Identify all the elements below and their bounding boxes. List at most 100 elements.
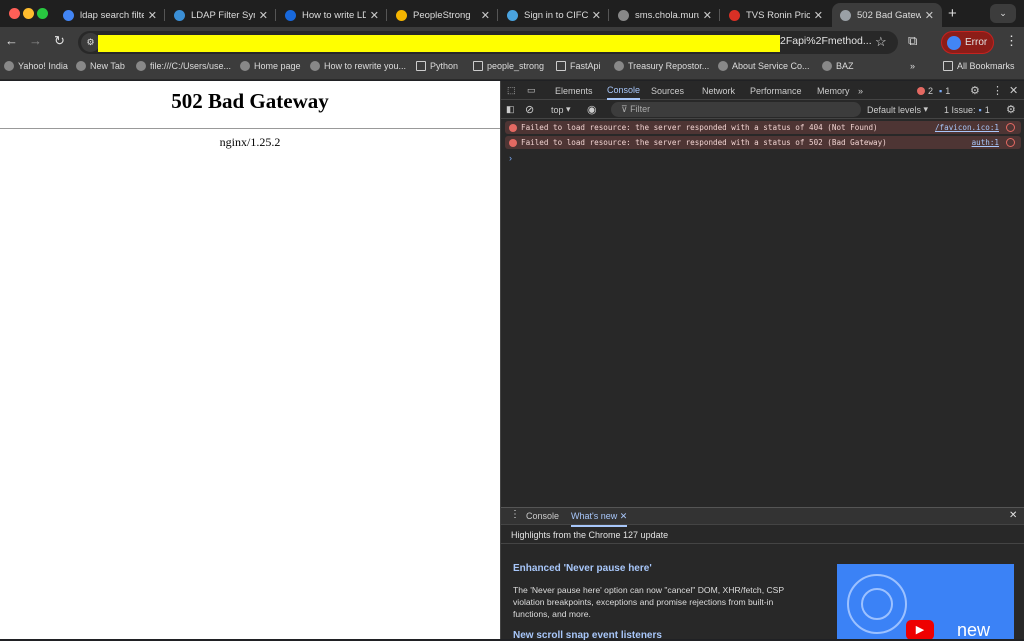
menu-icon[interactable]: ⋮ [1005, 33, 1018, 49]
close-tab-icon[interactable]: ✕ [703, 9, 712, 22]
more-bookmarks-icon[interactable]: » [910, 61, 915, 71]
bookmark-favicon-icon [310, 61, 320, 71]
tab-title: PeopleStrong [413, 10, 477, 21]
all-bookmarks-label: All Bookmarks [957, 61, 1015, 71]
bookmark-item[interactable]: Python [416, 61, 458, 71]
profile-error-button[interactable]: Error [941, 31, 994, 54]
error-counter[interactable]: 2 [917, 81, 933, 100]
drawer-menu-icon[interactable]: ⋮ [510, 509, 520, 520]
all-bookmarks[interactable]: All Bookmarks [943, 61, 1015, 71]
browser-tab[interactable]: PeopleStrong ✕ [388, 3, 498, 27]
close-tab-icon[interactable]: ✕ [620, 511, 628, 521]
console-prompt[interactable]: › [509, 153, 512, 163]
bookmark-item[interactable]: Treasury Repostor... [614, 61, 709, 71]
new-tab-button[interactable]: + [948, 5, 957, 22]
settings-icon[interactable]: ⚙ [970, 81, 980, 100]
console-settings-icon[interactable]: ⚙ [1006, 100, 1016, 119]
browser-tab[interactable]: TVS Ronin Price✕ [721, 3, 831, 27]
browser-tab[interactable]: LDAP Filter Synt✕ [166, 3, 276, 27]
devtools-tab-network[interactable]: Network [702, 81, 735, 100]
bookmark-item[interactable]: FastApi [556, 61, 601, 71]
sidebar-toggle-icon[interactable]: ◧ [506, 100, 515, 119]
favicon-icon [63, 10, 74, 21]
close-tab-icon[interactable]: ✕ [814, 9, 823, 22]
message-icon: ▪ [939, 86, 942, 96]
context-select[interactable]: top ▾ [551, 100, 571, 119]
youtube-play-icon: ▶ [906, 620, 934, 639]
feature-heading-2[interactable]: New scroll snap event listeners [513, 630, 662, 641]
inspect-element-icon[interactable]: ⬚ [507, 81, 516, 100]
close-tab-icon[interactable]: ✕ [370, 9, 379, 22]
highlights-title: Highlights from the Chrome 127 update [501, 525, 1024, 544]
server-version: nginx/1.25.2 [0, 135, 500, 150]
browser-tab[interactable]: Sign in to CIFCL✕ [499, 3, 609, 27]
bookmark-star-icon[interactable]: ☆ [875, 34, 887, 50]
message-count: 1 [945, 86, 950, 96]
error-heading: 502 Bad Gateway [0, 89, 500, 114]
source-link[interactable]: auth:1 [972, 138, 999, 147]
close-devtools-icon[interactable]: ✕ [1009, 81, 1018, 100]
video-thumbnail[interactable]: ▶ new [837, 564, 1014, 639]
search-error-icon[interactable] [1006, 123, 1015, 132]
close-window-button[interactable] [9, 8, 20, 19]
error-icon [509, 139, 517, 147]
tab-search-button[interactable]: ⌄ [990, 4, 1016, 23]
bookmark-favicon-icon [240, 61, 250, 71]
whats-new-label: What's new [571, 511, 617, 521]
filter-placeholder: Filter [630, 104, 650, 114]
extensions-icon[interactable]: ⧉ [908, 33, 917, 49]
bookmark-item[interactable]: Home page [240, 61, 301, 71]
devtools-tab-performance[interactable]: Performance [750, 81, 802, 100]
devtools-tab-elements[interactable]: Elements [555, 81, 593, 100]
console-error-message: Failed to load resource: the server resp… [505, 136, 1021, 149]
video-label: new [957, 620, 990, 639]
filter-input[interactable]: ⊽ Filter [611, 102, 861, 117]
drawer-tab-console[interactable]: Console [526, 511, 559, 521]
devtools-tab-memory[interactable]: Memory [817, 81, 850, 100]
bookmark-item[interactable]: How to rewrite you... [310, 61, 406, 71]
devtools-panel: ⬚ ▭ Elements Console Sources Network Perform… [500, 81, 1024, 639]
source-link[interactable]: /favicon.ico:1 [935, 123, 999, 132]
redacted-url [98, 35, 780, 52]
more-tabs-icon[interactable]: » [858, 81, 863, 100]
error-icon [917, 87, 925, 95]
bookmark-item[interactable]: BAZ [822, 61, 854, 71]
browser-tab[interactable]: sms.chola.muru✕ [610, 3, 720, 27]
back-icon[interactable]: ← [5, 33, 18, 48]
issues-button[interactable]: 1 Issue:▪1 [944, 100, 990, 119]
message-counter[interactable]: ▪1 [939, 81, 950, 100]
browser-tab[interactable]: 502 Bad Gateway✕ [832, 3, 942, 27]
search-error-icon[interactable] [1006, 138, 1015, 147]
message-text: Failed to load resource: the server resp… [521, 138, 887, 147]
close-drawer-icon[interactable]: ✕ [1009, 510, 1017, 521]
divider [0, 128, 500, 129]
bookmark-item[interactable]: people_strong [473, 61, 544, 71]
bookmark-item[interactable]: Yahoo! India [4, 61, 68, 71]
browser-tab[interactable]: ldap search filte✕ [55, 3, 165, 27]
reload-icon[interactable]: ↻ [54, 33, 65, 49]
maximize-window-button[interactable] [37, 8, 48, 19]
close-tab-icon[interactable]: ✕ [259, 9, 268, 22]
bookmark-item[interactable]: New Tab [76, 61, 125, 71]
bookmark-label: FastApi [570, 61, 601, 71]
device-toolbar-icon[interactable]: ▭ [527, 81, 536, 100]
devtools-tab-sources[interactable]: Sources [651, 81, 684, 100]
clear-console-icon[interactable]: ⊘ [525, 100, 534, 119]
devtools-menu-icon[interactable]: ⋮ [992, 81, 1003, 100]
log-levels-select[interactable]: Default levels ▾ [867, 100, 928, 119]
avatar [947, 36, 961, 50]
close-tab-icon[interactable]: ✕ [148, 9, 157, 22]
bookmark-item[interactable]: About Service Co... [718, 61, 810, 71]
browser-tab[interactable]: How to write LD✕ [277, 3, 387, 27]
feature-heading[interactable]: Enhanced 'Never pause here' [513, 563, 652, 574]
close-tab-icon[interactable]: ✕ [481, 9, 490, 22]
bookmark-label: How to rewrite you... [324, 61, 406, 71]
close-tab-icon[interactable]: ✕ [592, 9, 601, 22]
forward-icon[interactable]: → [29, 33, 42, 48]
close-tab-icon[interactable]: ✕ [925, 9, 934, 22]
bookmark-item[interactable]: file:///C:/Users/use... [136, 61, 231, 71]
bookmark-favicon-icon [718, 61, 728, 71]
live-expression-icon[interactable]: ◉ [587, 100, 597, 119]
minimize-window-button[interactable] [23, 8, 34, 19]
devtools-tab-console[interactable]: Console [607, 81, 640, 100]
